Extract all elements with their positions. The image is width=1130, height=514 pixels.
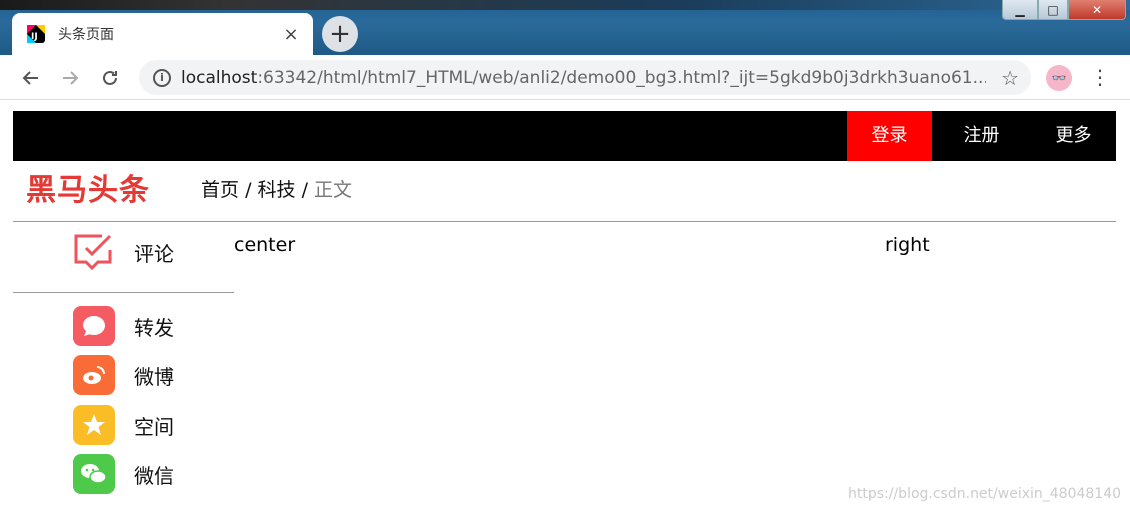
- url-path: :63342/html/html7_HTML/web/anli2/demo00_…: [257, 67, 986, 88]
- more-link[interactable]: 更多: [1031, 111, 1116, 161]
- comment-label: 评论: [134, 241, 174, 266]
- weibo-icon: [73, 355, 115, 395]
- breadcrumb-separator: /: [245, 179, 252, 201]
- breadcrumb-separator: /: [301, 179, 308, 201]
- breadcrumb-tech[interactable]: 科技: [258, 179, 296, 201]
- window-controls: ▁ □ ✕: [1002, 0, 1126, 20]
- register-link[interactable]: 注册: [939, 111, 1024, 161]
- share-item-wechat[interactable]: 微信: [73, 454, 174, 494]
- share-label: 空间: [134, 414, 174, 439]
- share-label: 转发: [134, 315, 174, 340]
- breadcrumb: 首页 / 科技 / 正文: [201, 175, 352, 202]
- address-bar[interactable]: i localhost:63342/html/html7_HTML/web/an…: [139, 60, 1031, 95]
- minimize-button[interactable]: ▁: [1002, 0, 1038, 20]
- url-text[interactable]: localhost:63342/html/html7_HTML/web/anli…: [181, 68, 986, 88]
- site-logo[interactable]: 黑马头条: [26, 165, 150, 209]
- wechat-icon: [73, 454, 115, 494]
- profile-avatar[interactable]: 👓: [1046, 65, 1072, 91]
- center-column: center: [234, 234, 296, 256]
- page-content: 登录 注册 更多 黑马头条 首页 / 科技 / 正文 评论 转发 微博 空间 微…: [13, 101, 1116, 514]
- tab-title: 头条页面: [58, 27, 114, 43]
- share-item-weibo[interactable]: 微博: [73, 355, 174, 395]
- comment-button[interactable]: 评论: [72, 232, 174, 272]
- top-nav-bar: 登录 注册 更多: [13, 111, 1116, 161]
- reload-icon[interactable]: [99, 67, 121, 89]
- comment-icon: [74, 234, 112, 271]
- tab-favicon-icon: IJ: [27, 25, 45, 43]
- address-toolbar: i localhost:63342/html/html7_HTML/web/an…: [0, 55, 1130, 100]
- share-item-qzone[interactable]: 空间: [73, 405, 174, 445]
- close-window-button[interactable]: ✕: [1068, 0, 1126, 20]
- menu-icon[interactable]: ⋮: [1090, 65, 1110, 89]
- top-nav-links: 登录 注册 更多: [840, 111, 1116, 161]
- url-host: localhost: [181, 67, 258, 88]
- back-icon[interactable]: [20, 67, 42, 89]
- share-label: 微博: [134, 364, 174, 389]
- maximize-button[interactable]: □: [1038, 0, 1068, 20]
- window-titlebar: ▁ □ ✕ IJ 头条页面 × +: [0, 0, 1130, 55]
- breadcrumb-current: 正文: [314, 179, 353, 201]
- sidebar-divider: [13, 292, 234, 293]
- svg-text:IJ: IJ: [31, 32, 38, 42]
- breadcrumb-home[interactable]: 首页: [201, 179, 239, 201]
- qzone-icon: [73, 405, 115, 445]
- browser-tab[interactable]: IJ 头条页面 ×: [12, 13, 313, 55]
- new-tab-button[interactable]: +: [322, 16, 358, 52]
- right-column: right: [885, 234, 930, 256]
- info-icon[interactable]: i: [153, 68, 171, 87]
- share-item-forward[interactable]: 转发: [73, 306, 174, 346]
- header-divider: [13, 221, 1116, 222]
- forward-icon[interactable]: [59, 67, 81, 89]
- login-link[interactable]: 登录: [847, 111, 932, 161]
- watermark: https://blog.csdn.net/weixin_48048140: [848, 486, 1122, 502]
- message-icon: [73, 306, 115, 346]
- tab-close-icon[interactable]: ×: [281, 24, 301, 45]
- bookmark-star-icon[interactable]: ☆: [1001, 66, 1019, 90]
- share-label: 微信: [134, 463, 174, 488]
